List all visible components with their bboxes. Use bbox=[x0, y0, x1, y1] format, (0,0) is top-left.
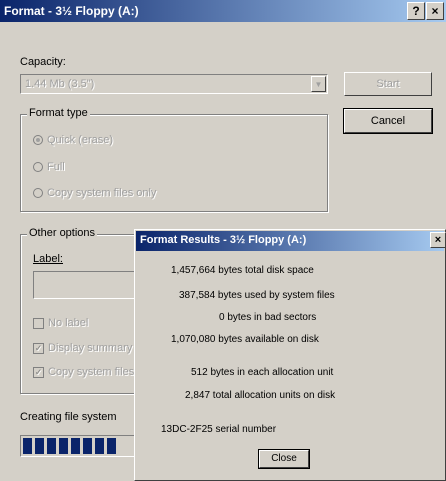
result-serial-number: 13DC-2F25 serial number bbox=[161, 424, 277, 435]
result-bad-sectors: 0 bytes in bad sectors bbox=[219, 312, 317, 323]
results-title: Format Results - 3½ Floppy (A:) bbox=[140, 234, 307, 246]
capacity-value: 1.44 Mb (3.5") bbox=[25, 78, 95, 90]
label-caption: Label: bbox=[33, 253, 63, 265]
radio-icon bbox=[33, 188, 43, 199]
close-icon[interactable]: × bbox=[426, 2, 444, 20]
status-text: Creating file system bbox=[20, 411, 117, 423]
progress-block bbox=[35, 438, 44, 454]
format-title-bar[interactable]: Format - 3½ Floppy (A:) ? × bbox=[0, 0, 446, 22]
progress-block bbox=[107, 438, 116, 454]
result-allocation-unit: 512 bytes in each allocation unit bbox=[191, 367, 334, 378]
progress-block bbox=[71, 438, 80, 454]
checkbox-icon bbox=[33, 317, 44, 329]
progress-block bbox=[47, 438, 56, 454]
start-button[interactable]: Start bbox=[344, 72, 432, 96]
progress-block bbox=[83, 438, 92, 454]
result-available: 1,070,080 bytes available on disk bbox=[171, 334, 319, 345]
capacity-select[interactable]: 1.44 Mb (3.5") ▼ bbox=[20, 74, 328, 94]
radio-full[interactable]: Full bbox=[33, 161, 65, 173]
format-type-group: Format type Quick (erase) Full Copy syst… bbox=[20, 107, 328, 212]
radio-icon bbox=[33, 162, 43, 173]
checkbox-no-label[interactable]: No label bbox=[33, 317, 88, 329]
window-title: Format - 3½ Floppy (A:) bbox=[4, 4, 139, 18]
result-system-files: 387,584 bytes used by system files bbox=[179, 290, 335, 301]
check-mark-icon: ✓ bbox=[33, 342, 44, 354]
chevron-down-icon[interactable]: ▼ bbox=[311, 76, 326, 92]
result-total-space: 1,457,664 bytes total disk space bbox=[171, 265, 314, 276]
result-total-units: 2,847 total allocation units on disk bbox=[185, 390, 336, 401]
format-progress-bar bbox=[20, 435, 150, 457]
progress-block bbox=[59, 438, 68, 454]
results-close-icon[interactable]: × bbox=[430, 232, 446, 248]
close-button[interactable]: Close bbox=[258, 449, 310, 469]
help-icon[interactable]: ? bbox=[407, 2, 425, 20]
checkbox-display-summary[interactable]: ✓ Display summary bbox=[33, 342, 132, 354]
results-title-bar[interactable]: Format Results - 3½ Floppy (A:) × bbox=[136, 231, 446, 251]
checkbox-copy-system-files[interactable]: ✓ Copy system files bbox=[33, 366, 134, 378]
radio-selected-icon bbox=[33, 135, 43, 146]
capacity-label: Capacity: bbox=[20, 56, 66, 68]
cancel-button[interactable]: Cancel bbox=[343, 108, 433, 134]
radio-copy-system-files-only[interactable]: Copy system files only bbox=[33, 187, 156, 199]
check-mark-icon: ✓ bbox=[33, 366, 44, 378]
format-results-dialog: Format Results - 3½ Floppy (A:) × 1,457,… bbox=[134, 229, 446, 481]
progress-block bbox=[95, 438, 104, 454]
other-options-title: Other options bbox=[27, 227, 98, 239]
radio-quick[interactable]: Quick (erase) bbox=[33, 134, 113, 146]
progress-block bbox=[23, 438, 32, 454]
format-type-title: Format type bbox=[27, 107, 90, 119]
